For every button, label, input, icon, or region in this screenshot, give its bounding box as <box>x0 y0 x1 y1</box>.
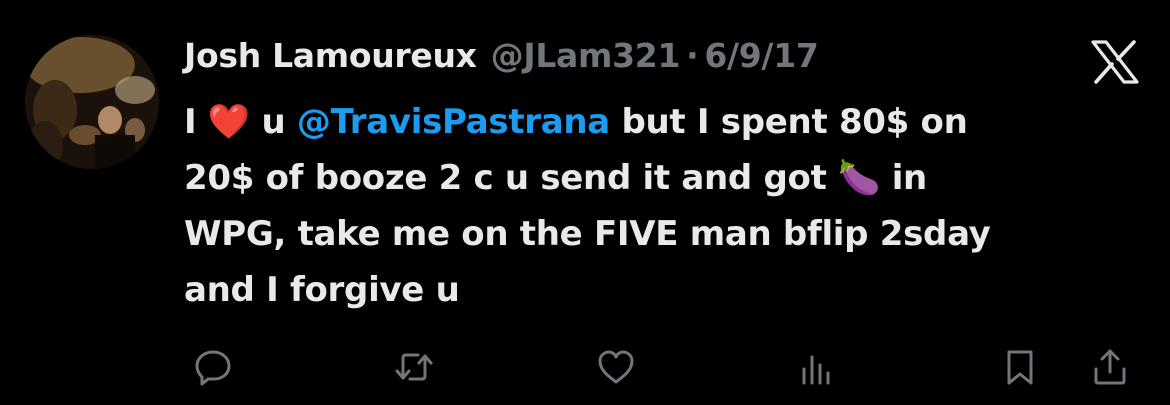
share-icon <box>1094 349 1126 385</box>
x-logo-icon[interactable] <box>1090 40 1140 84</box>
action-bar <box>0 345 1170 389</box>
author-handle[interactable]: @JLam321 <box>491 36 681 75</box>
text-segment: I <box>184 102 208 142</box>
like-button[interactable] <box>594 345 638 389</box>
tweet-text-line-2: 20$ of booze 2 c u send it and got 🍆 in <box>184 150 1124 206</box>
bookmark-button[interactable] <box>998 345 1042 389</box>
separator-dot: · <box>686 36 699 75</box>
retweet-button[interactable] <box>392 345 436 389</box>
reply-icon <box>195 350 231 386</box>
tweet-date[interactable]: 6/9/17 <box>704 36 818 75</box>
tweet-text-line-1: I ❤️ u @TravisPastrana but I spent 80$ o… <box>184 94 1124 150</box>
text-segment: but I spent 80$ on <box>609 102 968 142</box>
text-segment: in <box>880 158 928 198</box>
tweet-card[interactable]: Josh Lamoureux @JLam321 · 6/9/17 I ❤️ u … <box>0 0 1170 405</box>
share-button[interactable] <box>1088 345 1132 389</box>
avatar-photo <box>25 35 159 169</box>
views-button[interactable] <box>795 345 839 389</box>
retweet-icon <box>395 353 433 381</box>
views-icon <box>802 355 830 385</box>
tweet-text-line-4: and I forgive u <box>184 270 460 310</box>
avatar[interactable] <box>25 35 159 169</box>
tweet-text: I ❤️ u @TravisPastrana but I spent 80$ o… <box>184 94 1124 318</box>
bookmark-icon <box>1007 350 1033 385</box>
text-segment: u <box>249 102 297 142</box>
eggplant-emoji-icon: 🍆 <box>838 158 881 198</box>
tweet-header: Josh Lamoureux @JLam321 · 6/9/17 <box>184 36 819 80</box>
tweet-text-line-3: WPG, take me on the FIVE man bflip 2sday <box>184 214 991 254</box>
mention-link[interactable]: @TravisPastrana <box>297 102 610 142</box>
heart-emoji-icon: ❤️ <box>207 102 250 142</box>
heart-icon <box>598 350 634 384</box>
reply-button[interactable] <box>191 345 235 389</box>
author-name[interactable]: Josh Lamoureux <box>184 36 477 75</box>
text-segment: 20$ of booze 2 c u send it and got <box>184 158 839 198</box>
